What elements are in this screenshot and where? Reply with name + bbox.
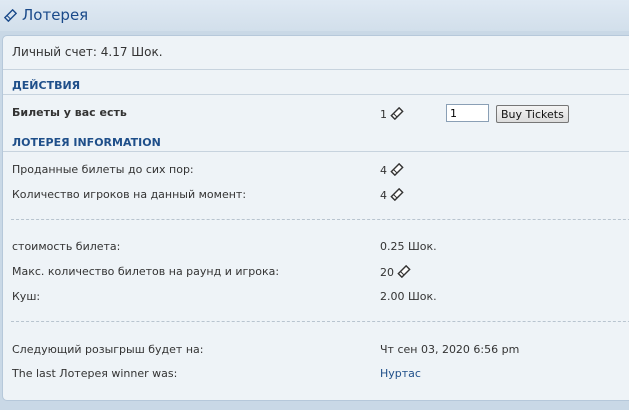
tickets-owned-count: 1: [380, 108, 387, 121]
ticket-price-value: 0.25 Шок.: [380, 240, 437, 253]
next-draw-label: Следующий розыгрыш будет на:: [12, 343, 204, 356]
info-heading: ЛОТЕРЕЯ INFORMATION: [12, 136, 161, 149]
max-tickets-label: Макс. количество билетов на раунд и игро…: [12, 265, 280, 278]
ticket-icon: [4, 9, 17, 22]
page-title: Лотерея: [22, 6, 89, 24]
next-draw-value: Чт сен 03, 2020 6:56 pm: [380, 343, 520, 356]
ticket-icon: [390, 163, 404, 176]
divider: [3, 69, 629, 70]
page-header: Лотерея: [0, 0, 629, 31]
ticket-icon: [397, 265, 411, 278]
last-winner-link[interactable]: Нуртас: [380, 367, 421, 380]
dashed-divider: [11, 321, 629, 322]
balance-text: Личный счет: 4.17 Шок.: [12, 45, 163, 59]
ticket-icon: [390, 188, 404, 201]
tickets-owned-value: 1: [380, 107, 404, 121]
max-tickets-count: 20: [380, 266, 394, 279]
max-tickets-value: 20: [380, 265, 411, 279]
divider: [3, 151, 629, 152]
actions-heading: ДЕЙСТВИЯ: [12, 79, 81, 92]
tickets-owned-label: Билеты у вас есть: [12, 106, 127, 119]
lottery-panel: Личный счет: 4.17 Шок. ДЕЙСТВИЯ Билеты у…: [2, 35, 629, 401]
sold-tickets-label: Проданные билеты до сих пор:: [12, 163, 194, 176]
players-count-label: Количество игроков на данный момент:: [12, 188, 247, 201]
buy-tickets-button[interactable]: Buy Tickets: [496, 105, 569, 123]
last-winner-label: The last Лотерея winner was:: [12, 367, 178, 380]
sold-tickets-value: 4: [380, 163, 404, 177]
players-count-value: 4: [380, 188, 404, 202]
jackpot-label: Куш:: [12, 290, 41, 303]
players-count: 4: [380, 189, 387, 202]
ticket-quantity-input[interactable]: [446, 104, 489, 122]
ticket-price-label: стоимость билета:: [12, 240, 121, 253]
jackpot-value: 2.00 Шок.: [380, 290, 437, 303]
divider: [3, 94, 629, 95]
ticket-icon: [390, 107, 404, 120]
sold-tickets-count: 4: [380, 164, 387, 177]
dashed-divider: [11, 219, 629, 220]
